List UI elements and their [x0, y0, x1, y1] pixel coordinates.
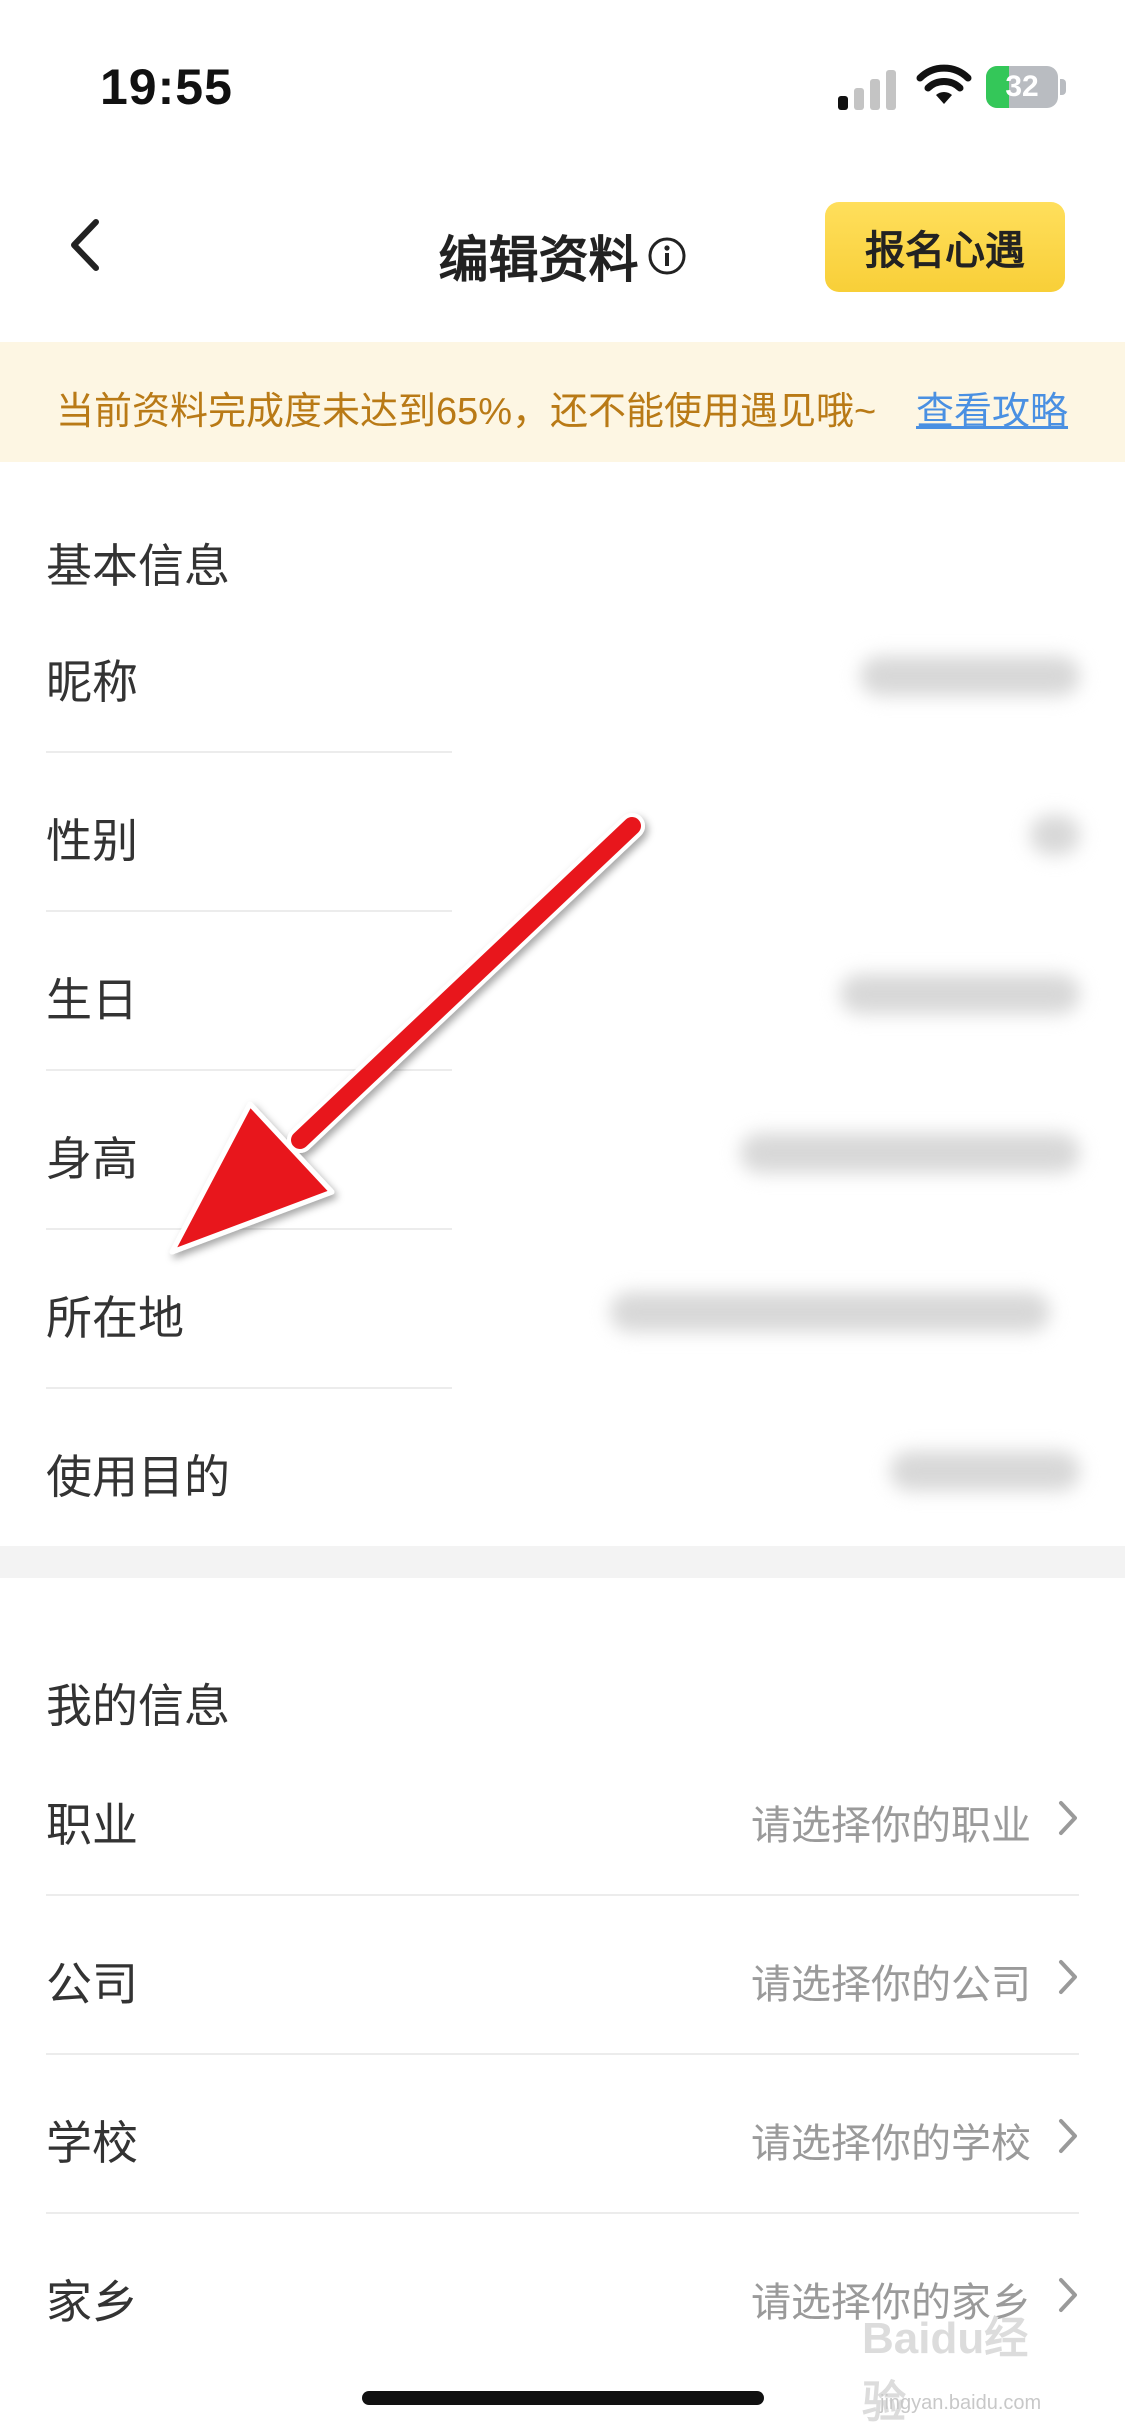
section-title-basic-info: 基本信息: [46, 540, 230, 592]
baidu-watermark-logo: Baidu经验: [862, 2302, 1072, 2427]
watermark-url: jingyan.baidu.com: [880, 2392, 1042, 2414]
row-label: 身高: [46, 1133, 138, 1185]
row-label: 职业: [46, 1799, 138, 1851]
row-placeholder: 请选择你的职业: [751, 1804, 1031, 1848]
blurred-value: [1030, 815, 1080, 855]
wifi-icon: [916, 64, 972, 104]
row-school[interactable]: 学校 请选择你的学校: [0, 2055, 1125, 2214]
row-placeholder: 请选择你的公司: [751, 1963, 1031, 2007]
row-label: 性别: [46, 815, 138, 867]
row-nickname[interactable]: 昵称: [0, 594, 1125, 753]
row-label: 昵称: [46, 656, 138, 708]
row-purpose[interactable]: 使用目的: [0, 1389, 1125, 1548]
chevron-right-icon: [1059, 2119, 1077, 2153]
navigation-bar: 编辑资料 报名心遇: [0, 170, 1125, 340]
chevron-right-icon: [1059, 1960, 1077, 1994]
notice-text: 当前资料完成度未达到65%，还不能使用遇见哦~: [56, 391, 877, 433]
page-title: 编辑资料: [438, 232, 639, 288]
blurred-value: [890, 1451, 1080, 1491]
blurred-value: [610, 1292, 1050, 1332]
completion-notice-banner: 当前资料完成度未达到65%，还不能使用遇见哦~ 查看攻略: [0, 342, 1125, 462]
battery-icon: 32: [986, 66, 1066, 108]
row-label: 公司: [46, 1958, 138, 2010]
row-label: 生日: [46, 974, 138, 1026]
view-guide-link[interactable]: 查看攻略: [916, 380, 1068, 435]
blurred-value: [860, 656, 1080, 696]
blurred-value: [740, 1133, 1080, 1173]
row-gender[interactable]: 性别: [0, 753, 1125, 912]
section-title-my-info: 我的信息: [46, 1680, 230, 1732]
row-birthday[interactable]: 生日: [0, 912, 1125, 1071]
blurred-value: [840, 974, 1080, 1014]
row-label: 学校: [46, 2117, 138, 2169]
info-circle-icon[interactable]: [647, 236, 687, 276]
row-label: 家乡: [46, 2276, 138, 2328]
row-occupation[interactable]: 职业 请选择你的职业: [0, 1737, 1125, 1896]
row-company[interactable]: 公司 请选择你的公司: [0, 1896, 1125, 2055]
status-time: 19:55: [100, 59, 233, 115]
row-height[interactable]: 身高: [0, 1071, 1125, 1230]
signup-button[interactable]: 报名心遇: [825, 202, 1065, 292]
section-divider: [0, 1546, 1125, 1578]
battery-level: 32: [1005, 70, 1039, 103]
row-location[interactable]: 所在地: [0, 1230, 1125, 1389]
chevron-right-icon: [1059, 1801, 1077, 1835]
row-placeholder: 请选择你的学校: [751, 2122, 1031, 2166]
home-indicator[interactable]: [362, 2391, 764, 2405]
row-label: 使用目的: [46, 1451, 230, 1503]
row-label: 所在地: [46, 1292, 184, 1344]
cellular-signal-icon: [838, 70, 896, 110]
status-bar: 19:55 32: [0, 0, 1125, 170]
